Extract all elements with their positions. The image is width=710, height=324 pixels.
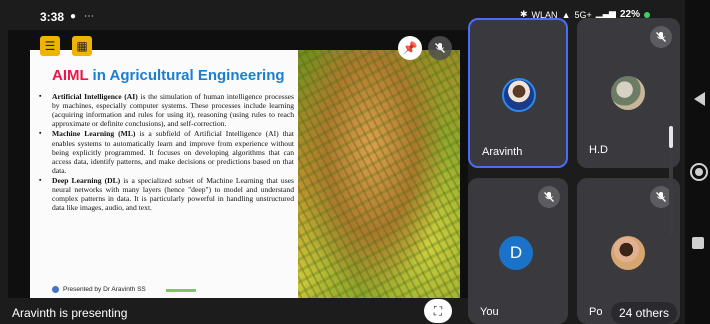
participant-scrollbar-thumb[interactable] (669, 126, 673, 148)
participant-name: Po (589, 306, 603, 318)
avatar (502, 78, 536, 112)
participant-tile-aravinth[interactable]: Aravinth (468, 18, 568, 168)
home-icon[interactable] (690, 163, 708, 181)
pin-icon: 📌 (402, 41, 418, 55)
slide-title: AIML in Agricultural Engineering (52, 67, 285, 84)
data-saver-icon: ▲ (561, 9, 571, 20)
status-time: 3:38 (40, 10, 65, 24)
fullscreen-icon: ⛶ (433, 303, 443, 318)
mic-off-icon (435, 43, 445, 53)
presenting-label: Aravinth is presenting (12, 306, 128, 320)
bullet-term: Machine Learning (ML) (52, 129, 136, 139)
presentation-stage: AIML in Agricultural Engineering Artific… (8, 30, 468, 324)
presenting-bar: Aravinth is presenting (0, 298, 468, 324)
presenter-mic-status (428, 36, 452, 60)
home-icon-inner (695, 168, 703, 176)
decorative-bar (166, 289, 196, 292)
slide-text-panel: AIML in Agricultural Engineering Artific… (30, 50, 298, 323)
avatar (611, 236, 645, 270)
slide-title-highlight: AIML (52, 67, 89, 84)
participant-name: H.D (589, 144, 608, 156)
bullet-ml: Machine Learning (ML) is a subfield of A… (36, 129, 294, 175)
presenter-name: Presented by Dr Aravinth SS (63, 286, 146, 293)
notes-icon[interactable]: ☰ (40, 36, 60, 56)
bullet-ai: Artificial Intelligence (AI) is the simu… (36, 92, 294, 128)
battery-status-dot (644, 11, 650, 18)
bullet-term: Deep Learning (DL) (52, 175, 121, 185)
avatar (611, 76, 645, 110)
participant-name: You (480, 306, 499, 318)
navigation-bar (685, 0, 710, 324)
recent-apps-icon[interactable] (692, 237, 704, 249)
mic-off-icon (538, 186, 560, 208)
slide-title-rest: in Agricultural Engineering (88, 67, 285, 84)
farmland-aerial-image (298, 50, 460, 323)
back-icon[interactable] (694, 92, 705, 106)
presenter-dot-icon (52, 286, 59, 293)
shared-slide: AIML in Agricultural Engineering Artific… (30, 50, 460, 323)
avatar-initial: D (499, 236, 533, 270)
mic-off-icon (650, 26, 672, 48)
slide-bullets: Artificial Intelligence (AI) is the simu… (36, 92, 294, 213)
fullscreen-button[interactable]: ⛶ (424, 299, 452, 323)
bullet-dl: Deep Learning (DL) is a specialized subs… (36, 176, 294, 212)
presenter-credit: Presented by Dr Aravinth SS (52, 286, 146, 293)
participant-tile-hd[interactable]: H.D (577, 18, 680, 168)
others-count-button[interactable]: 24 others (611, 302, 678, 324)
more-notifications-icon: ⋯ (84, 11, 94, 22)
participant-name: Aravinth (482, 146, 523, 158)
meeting-screen: 3:38 ● ⋯ ✱ WLAN ▲ 5G+ ▂▄▆ 22% AIML in Ag… (0, 0, 710, 324)
notification-icon: ● (70, 11, 77, 22)
bullet-term: Artificial Intelligence (AI) (52, 92, 138, 101)
pin-button[interactable]: 📌 (398, 36, 422, 60)
layout-icon[interactable]: ▦ (72, 36, 92, 56)
participant-tile-others[interactable]: Po 24 others (577, 178, 680, 324)
participant-tile-you[interactable]: D You (468, 178, 568, 324)
